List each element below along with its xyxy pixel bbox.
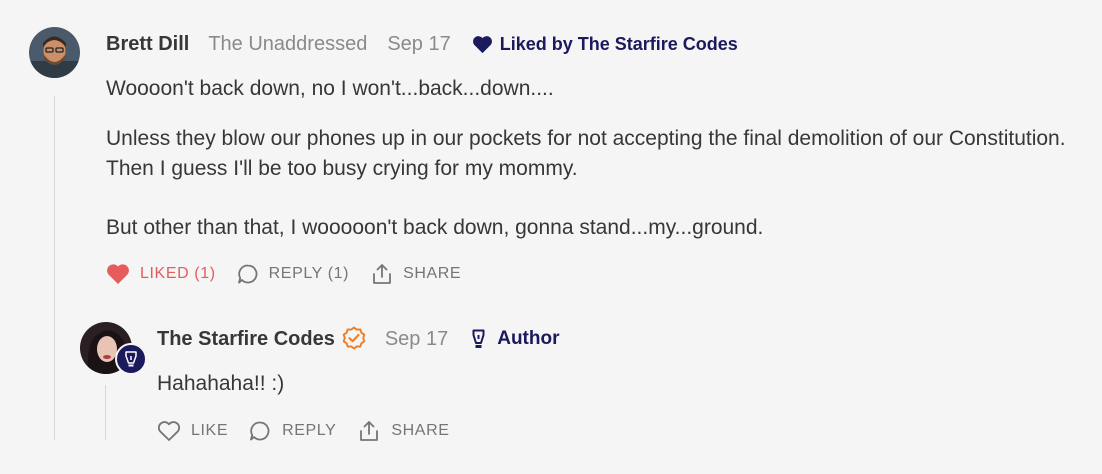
heart-filled-icon [106, 263, 130, 285]
reply-button[interactable]: REPLY [249, 420, 336, 442]
reply-paragraph-1: Hahahaha!! :) [157, 372, 285, 395]
heart-outline-icon [157, 420, 181, 442]
thread-line-reply [105, 385, 106, 440]
thread-line [54, 96, 55, 440]
comment-paragraph-2: Unless they blow our phones up in our po… [106, 127, 1066, 180]
comment-date[interactable]: Sep 17 [387, 33, 450, 56]
liked-by-label: Liked by The Starfire Codes [499, 33, 738, 54]
reply-button[interactable]: REPLY (1) [237, 263, 349, 285]
share-icon [358, 419, 380, 443]
comment-paragraph-3: But other than that, I wooooon't back do… [106, 216, 764, 239]
reply-author[interactable]: The Starfire Codes [157, 328, 335, 351]
author-tag-label: Author [497, 328, 560, 349]
liked-by-badge: Liked by The Starfire Codes [472, 34, 738, 55]
share-button[interactable]: SHARE [371, 262, 461, 286]
liked-label: LIKED (1) [140, 265, 216, 282]
comment-header: Brett Dill The Unaddressed Sep 17 Liked … [106, 32, 738, 56]
like-label: LIKE [191, 422, 229, 439]
comment-author[interactable]: Brett Dill [106, 33, 189, 56]
reply-actions: LIKE REPLY SHARE [157, 418, 450, 444]
comment-actions: LIKED (1) REPLY (1) SHARE [106, 261, 461, 287]
pen-nib-icon [471, 328, 486, 350]
pen-nib-icon [123, 350, 139, 368]
verified-check-icon [341, 326, 367, 352]
avatar-brett-dill[interactable] [29, 27, 80, 78]
reply-header: The Starfire Codes Sep 17 Author [157, 326, 559, 352]
share-label: SHARE [403, 265, 462, 282]
heart-filled-icon [472, 35, 493, 54]
reply-date[interactable]: Sep 17 [385, 328, 448, 351]
speech-bubble-icon [237, 263, 259, 285]
speech-bubble-icon [249, 420, 271, 442]
reply-label: REPLY (1) [268, 265, 350, 282]
author-badge [115, 343, 147, 375]
share-icon [371, 262, 393, 286]
like-button[interactable]: LIKE [157, 420, 228, 442]
comment-paragraph-1: Woooon't back down, no I won't...back...… [106, 77, 554, 100]
reply-label: REPLY [282, 422, 337, 439]
author-tag: Author [471, 328, 559, 350]
share-label: SHARE [391, 422, 450, 439]
comment-publication[interactable]: The Unaddressed [208, 33, 367, 56]
liked-button[interactable]: LIKED (1) [106, 263, 216, 285]
share-button[interactable]: SHARE [358, 419, 449, 443]
